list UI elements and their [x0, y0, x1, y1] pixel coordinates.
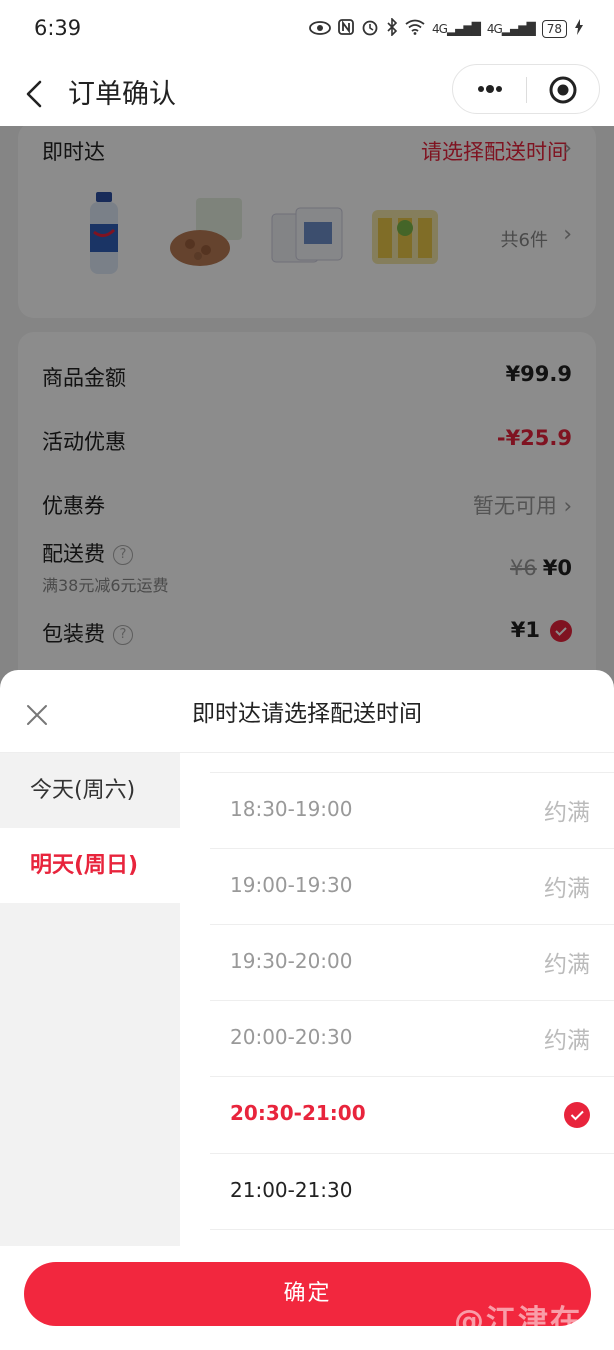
close-mini-program-button[interactable]: [547, 74, 579, 106]
slot-time: 21:00-21:30: [230, 1178, 353, 1202]
nav-bar: 订单确认: [0, 62, 614, 126]
status-bar: 6:39 4G▂▄▆█ 4G▂▄▆█ 78: [0, 0, 614, 62]
check-icon: [564, 1102, 590, 1128]
time-slot[interactable]: 19:30-20:00 约满: [210, 925, 614, 1001]
slot-status: 约满: [544, 1028, 590, 1054]
slot-time: 20:30-21:00: [230, 1101, 366, 1125]
page-title: 订单确认: [68, 79, 176, 110]
back-button[interactable]: [18, 74, 58, 114]
target-circle-icon: [549, 76, 577, 104]
charging-icon: [574, 19, 584, 39]
capsule-divider: [526, 77, 527, 103]
wifi-icon: [405, 19, 425, 39]
time-slot[interactable]: 20:00-20:30 约满: [210, 1001, 614, 1077]
status-icons: 4G▂▄▆█ 4G▂▄▆█ 78: [309, 17, 584, 40]
network-type-1: 4G: [432, 22, 448, 36]
network-type-2: 4G: [486, 22, 503, 36]
time-slot[interactable]: 19:00-19:30 约满: [210, 849, 614, 925]
slot-time: 20:00-20:30: [230, 1025, 353, 1049]
signal-icon: 4G▂▄▆█: [486, 22, 536, 36]
status-time: 6:39: [34, 16, 82, 40]
time-slot[interactable]: 18:30-19:00 约满: [210, 773, 614, 849]
time-slot-list[interactable]: 18:30-19:00 约满 19:00-19:30 约满 19:30-20:0…: [210, 753, 614, 1246]
more-dots-icon: [478, 85, 502, 93]
sheet-title: 即时达请选择配送时间: [192, 701, 422, 727]
more-button[interactable]: [467, 73, 513, 105]
slot-time: 19:30-20:00: [230, 949, 353, 973]
slot-status: 约满: [544, 952, 590, 978]
battery-icon: 78: [541, 20, 567, 38]
eye-icon: [309, 20, 331, 39]
slot-time: 19:00-19:30: [230, 873, 353, 897]
bluetooth-icon: [386, 17, 398, 40]
time-slot[interactable]: 21:00-21:30: [210, 1154, 614, 1230]
chevron-left-icon: [26, 80, 42, 108]
alarm-icon: [361, 18, 379, 40]
delivery-time-sheet: 即时达请选择配送时间 今天(周六) 明天(周日) 18:30-19:00 约满 …: [0, 670, 614, 1350]
signal-icon: 4G▂▄▆█: [432, 22, 481, 36]
nfc-icon: [338, 19, 354, 39]
watermark: @江津在线: [454, 1304, 614, 1339]
slot-time: 18:30-19:00: [230, 797, 353, 821]
time-slot-selected[interactable]: 20:30-21:00: [210, 1077, 614, 1154]
mini-program-capsule: [452, 64, 600, 114]
day-tab-tomorrow[interactable]: 明天(周日): [0, 828, 180, 903]
day-list: 今天(周六) 明天(周日): [0, 753, 180, 1246]
slot-status: 约满: [544, 876, 590, 902]
slot-status: 约满: [544, 800, 590, 826]
day-tab-today[interactable]: 今天(周六): [0, 753, 180, 828]
